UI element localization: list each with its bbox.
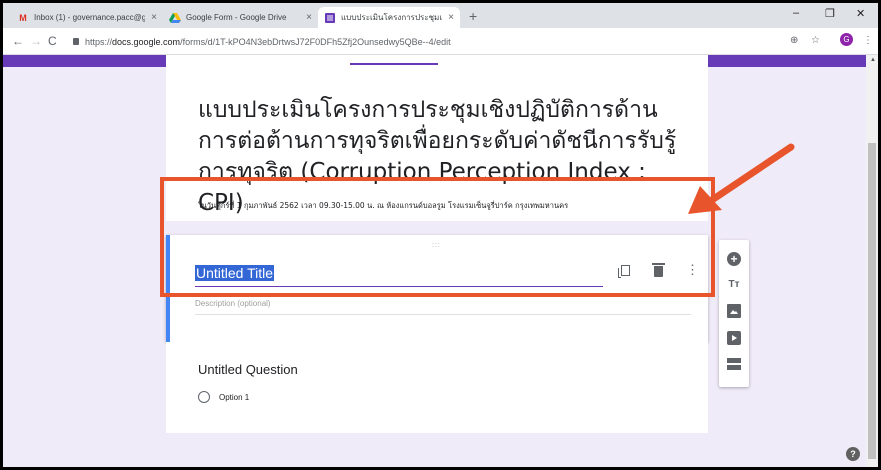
add-question-icon[interactable]: + — [727, 252, 741, 266]
annotation-highlight-box — [160, 177, 715, 297]
new-tab-icon[interactable]: + — [469, 8, 477, 24]
close-tab-icon[interactable]: × — [151, 12, 157, 23]
page-scrollbar[interactable]: ▲ — [866, 55, 878, 467]
tab-gmail[interactable]: M Inbox (1) - governance.pacc@gm × — [11, 7, 163, 28]
add-section-icon[interactable] — [727, 357, 741, 371]
browser-toolbar: ← → C https://docs.google.com/forms/d/1T… — [3, 28, 878, 55]
back-icon[interactable]: ← — [12, 34, 24, 48]
forms-icon — [324, 12, 336, 23]
bookmark-star-icon[interactable]: ☆ — [811, 35, 820, 46]
item-description-input[interactable]: Description (optional) — [195, 299, 691, 315]
help-icon[interactable]: ? — [846, 447, 860, 461]
scroll-thumb[interactable] — [868, 143, 876, 459]
annotation-arrow-icon — [688, 143, 795, 214]
add-title-icon[interactable]: Tт — [727, 277, 741, 291]
tab-drive[interactable]: Google Form - Google Drive × — [163, 7, 318, 28]
close-tab-icon[interactable]: × — [448, 12, 454, 23]
zoom-icon[interactable]: ⊕ — [790, 35, 798, 46]
tab-title: แบบประเมินโครงการประชุมเชิงปฏิบัติก — [341, 13, 443, 22]
url-host: docs.google.com — [112, 36, 181, 47]
question-title[interactable]: Untitled Question — [198, 362, 298, 377]
add-video-icon[interactable] — [727, 331, 741, 345]
option-label: Option 1 — [219, 392, 250, 402]
reload-icon[interactable]: C — [48, 34, 57, 48]
question-card[interactable]: Untitled Question Option 1 — [166, 342, 708, 433]
tab-title: Inbox (1) - governance.pacc@gm — [34, 13, 146, 22]
floating-add-toolbar: + Tт — [719, 240, 749, 387]
active-tab-indicator — [350, 63, 438, 65]
tab-forms[interactable]: แบบประเมินโครงการประชุมเชิงปฏิบัติก × — [318, 7, 460, 28]
url-path: /forms/d/1T-kPO4N3ebDrtwsJ72F0DFh5Zfj2Ou… — [180, 36, 451, 47]
lock-icon — [73, 38, 79, 45]
avatar[interactable]: G — [840, 33, 853, 46]
restore-icon[interactable]: ❐ — [825, 7, 835, 20]
url-prefix: https:// — [85, 36, 113, 47]
forward-icon[interactable]: → — [30, 34, 42, 48]
minimize-icon[interactable]: – — [793, 7, 799, 19]
gmail-icon: M — [19, 12, 27, 23]
scroll-up-icon[interactable]: ▲ — [870, 57, 876, 63]
window-close-icon[interactable]: ✕ — [856, 7, 865, 20]
menu-icon[interactable]: ⋮ — [863, 35, 873, 46]
tab-title: Google Form - Google Drive — [186, 13, 287, 22]
address-bar[interactable]: https://docs.google.com/forms/d/1T-kPO4N… — [73, 32, 773, 51]
radio-circle-icon — [198, 391, 210, 403]
screenshot-frame: M Inbox (1) - governance.pacc@gm × Googl… — [3, 3, 878, 467]
close-tab-icon[interactable]: × — [306, 12, 312, 23]
radio-option[interactable]: Option 1 — [198, 391, 249, 403]
add-image-icon[interactable] — [727, 304, 741, 318]
browser-tab-strip: M Inbox (1) - governance.pacc@gm × Googl… — [3, 3, 878, 28]
drive-icon — [169, 12, 181, 23]
